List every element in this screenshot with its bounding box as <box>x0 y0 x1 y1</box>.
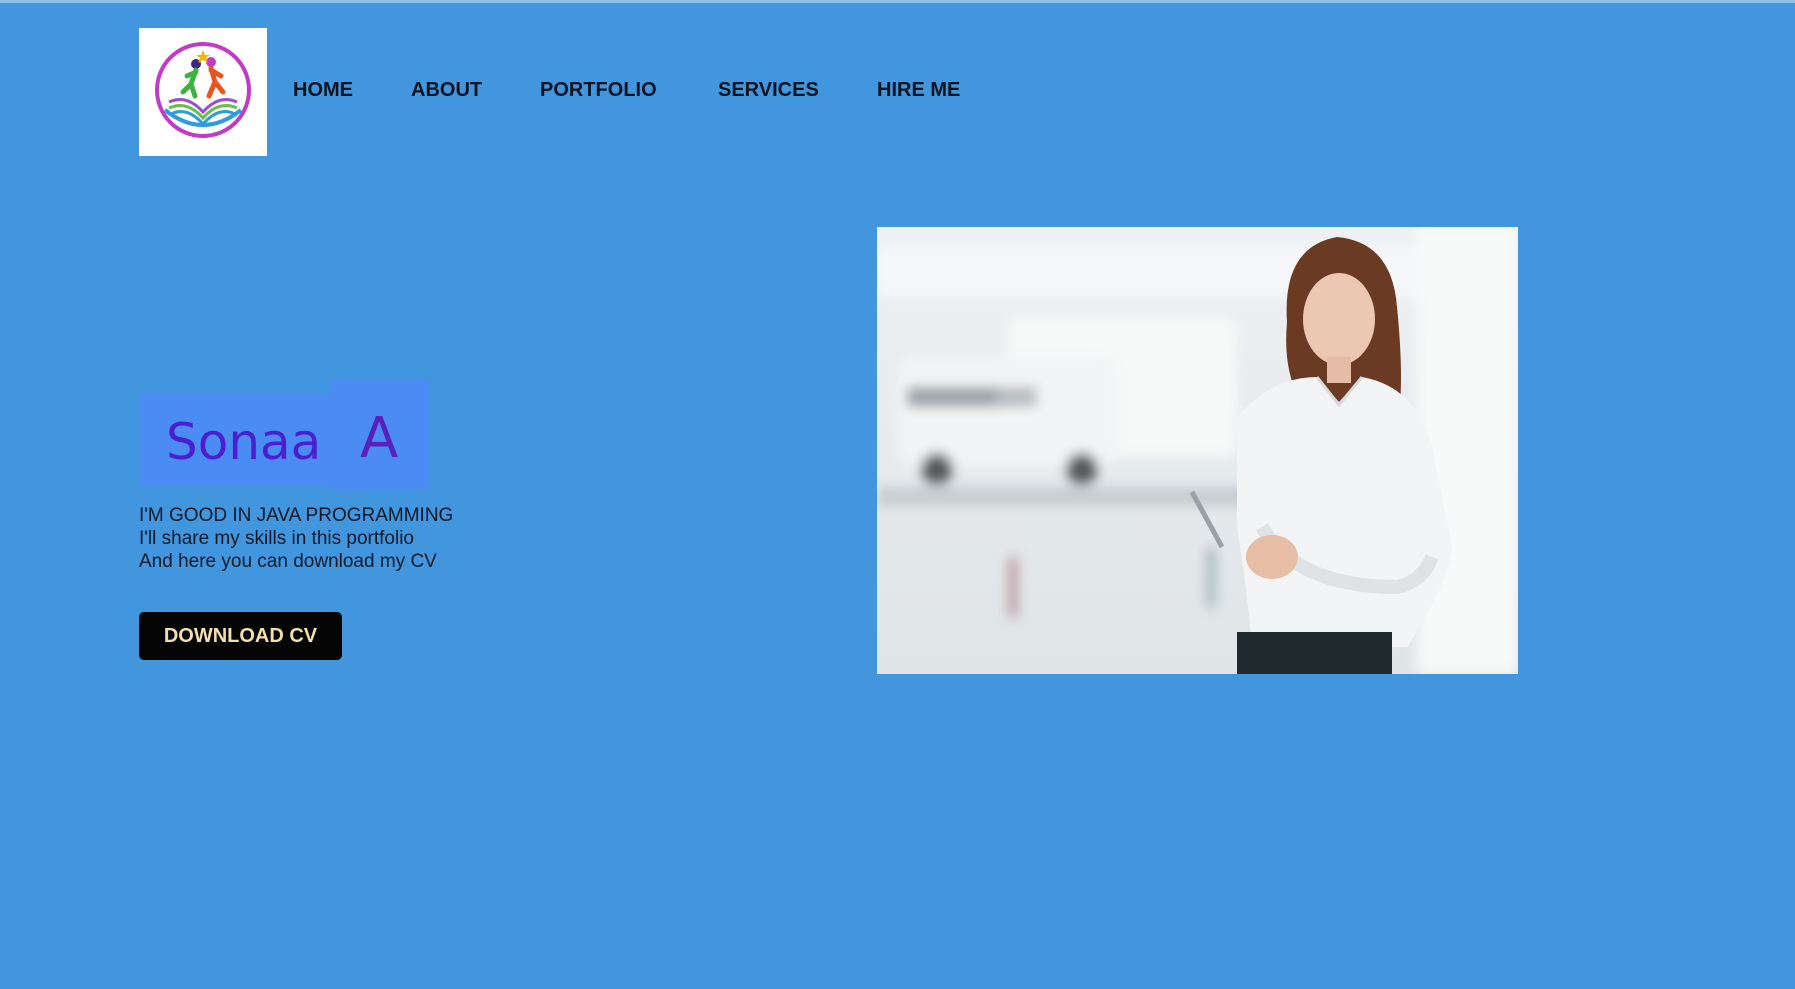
nav-portfolio[interactable]: PORTFOLIO <box>540 79 657 102</box>
nav-about[interactable]: ABOUT <box>411 79 482 102</box>
nav-services[interactable]: SERVICES <box>718 79 819 102</box>
book-people-logo-icon <box>155 42 251 138</box>
site-logo[interactable] <box>139 28 267 156</box>
download-cv-button[interactable]: DOWNLOAD CV <box>139 612 342 660</box>
profile-photo <box>877 227 1518 674</box>
hero-last-name: A <box>360 406 399 471</box>
nav-home[interactable]: HOME <box>293 79 353 102</box>
tagline-line-3: And here you can download my CV <box>139 551 437 572</box>
top-border <box>0 0 1795 3</box>
tagline-line-1: I'M GOOD IN JAVA PROGRAMMING <box>139 505 454 526</box>
tagline-line-2: I'll share my skills in this portfolio <box>139 528 414 549</box>
nav-hire-me[interactable]: HIRE ME <box>877 79 960 102</box>
hero-first-name: Sonaa <box>166 413 322 471</box>
hero-tagline: I'M GOOD IN JAVA PROGRAMMING I'll share … <box>139 504 453 573</box>
